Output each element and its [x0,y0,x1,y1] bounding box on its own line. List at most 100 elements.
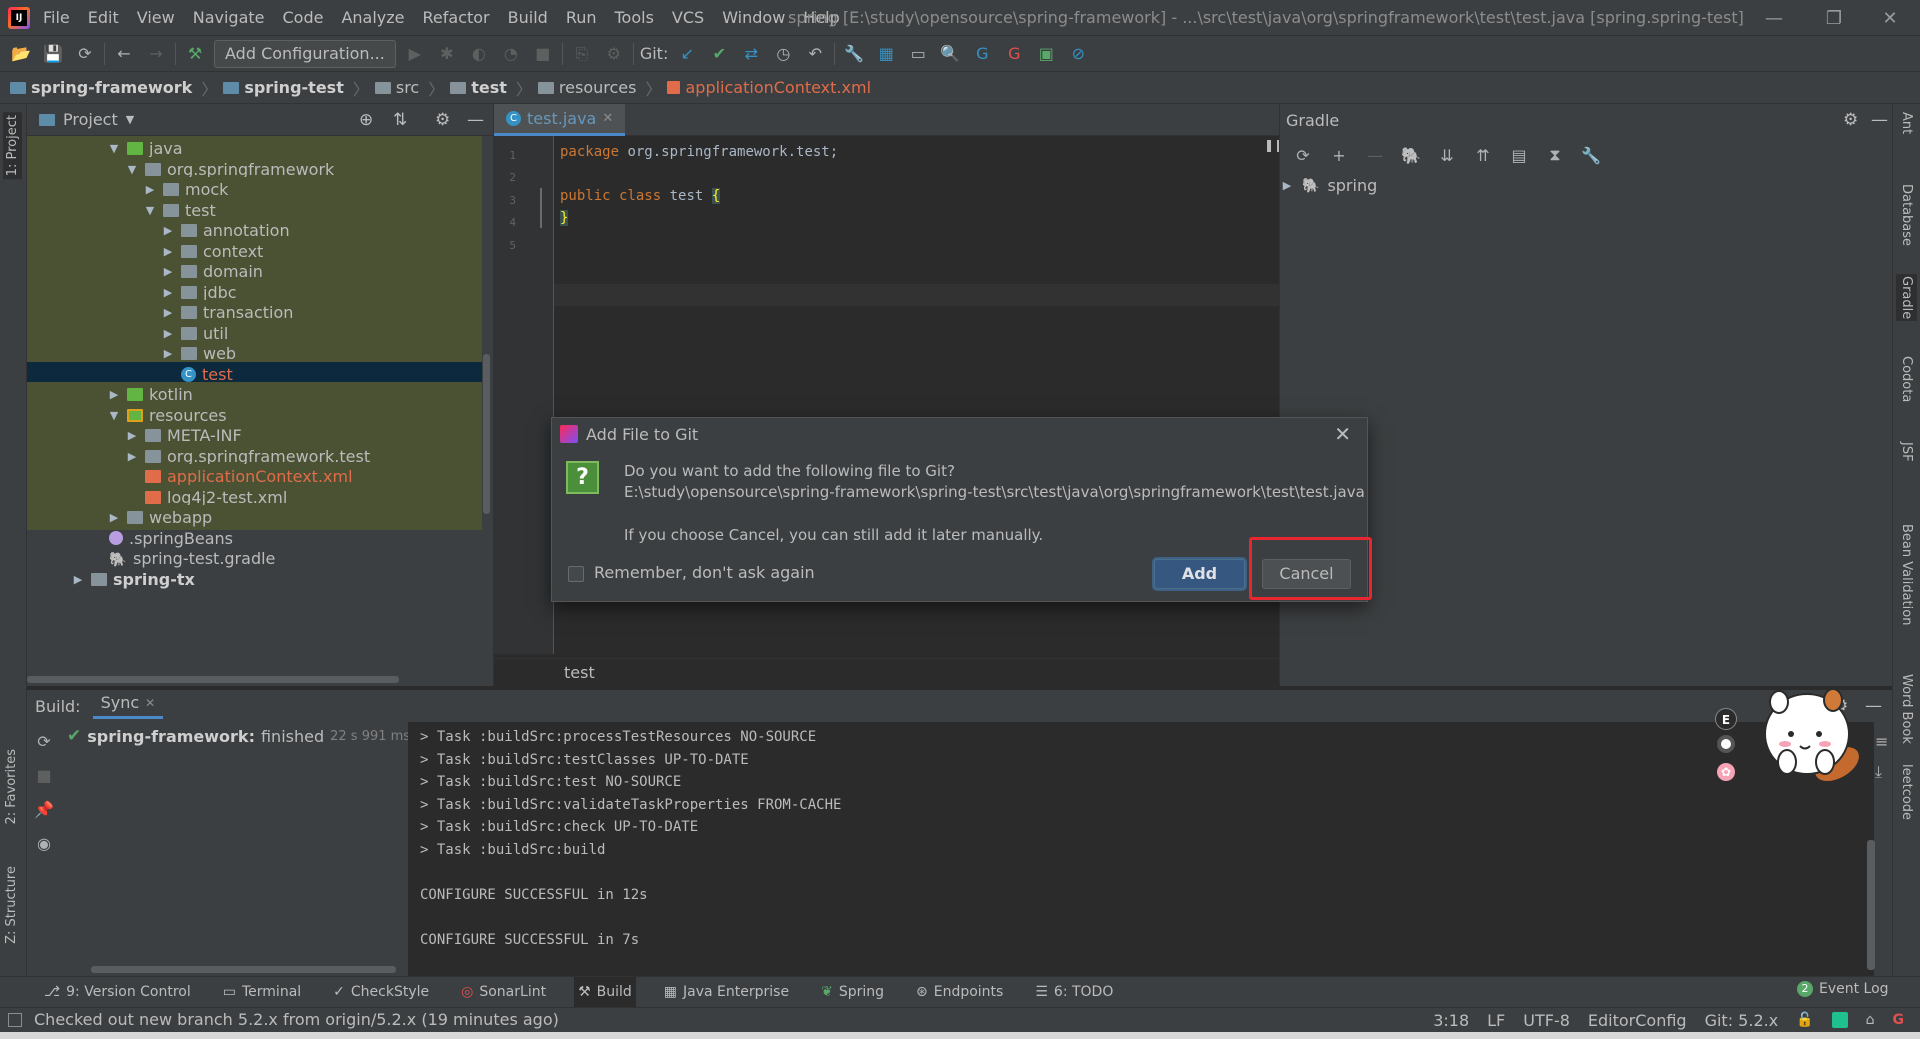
project-vertical-scrollbar[interactable] [483,354,490,514]
menu-refactor[interactable]: Refactor [414,0,499,36]
google-icon[interactable]: G [1893,1012,1905,1028]
menu-code[interactable]: Code [274,0,333,36]
breadcrumb-item[interactable]: applicationContext.xml [667,78,871,97]
chevron-right-icon[interactable]: ▶ [161,347,175,360]
mascot-flower-icon[interactable]: ✿ [1717,763,1735,781]
close-icon[interactable]: ✕ [1334,422,1351,446]
project-structure-icon[interactable]: ▦ [873,41,899,67]
chevron-down-icon[interactable]: ▼ [126,113,134,126]
editor-footer-label[interactable]: test [564,663,595,682]
tab-checkstyle[interactable]: ✓ CheckStyle [329,977,433,1008]
git-branch[interactable]: Git: 5.2.x [1705,1011,1779,1030]
build-status-row[interactable]: ✔ spring-framework: finished 22 s 991 ms [67,726,410,746]
chevron-right-icon[interactable]: ▶ [125,429,139,442]
hide-panel-icon[interactable]: — [1871,110,1888,130]
tab-sonarlint[interactable]: ◎ SonarLint [457,977,550,1008]
add-button[interactable]: Add [1154,559,1245,589]
chevron-right-icon[interactable]: ▶ [161,327,175,340]
open-folder-icon[interactable]: 📂 [8,41,34,67]
chevron-right-icon[interactable]: ▶ [71,573,85,586]
tool-tab-word-book[interactable]: Word Book [1899,674,1914,744]
chevron-right-icon[interactable]: ▶ [107,511,121,524]
search-everywhere-icon[interactable]: 🔍 [937,41,963,67]
close-tab-icon[interactable]: ✕ [602,111,613,126]
git-rollback-icon[interactable]: ↶ [802,41,828,67]
chevron-right-icon[interactable]: ▶ [161,224,175,237]
memory-icon[interactable]: ⌂ [1866,1012,1875,1028]
tool-tab-codota[interactable]: Codota [1899,356,1914,402]
close-tab-icon[interactable]: ✕ [145,696,155,710]
code-line-4[interactable]: } [560,210,569,226]
tab-endpoints[interactable]: ⊛ Endpoints [912,977,1007,1008]
attach-icon[interactable]: ⎘ [569,41,595,67]
event-log-button[interactable]: 2 Event Log [1797,981,1889,997]
minimize-icon[interactable]: — [1746,0,1802,36]
tab-todo[interactable]: ☰ 6: TODO [1031,977,1117,1008]
menu-build[interactable]: Build [499,0,557,36]
caret-position[interactable]: 3:18 [1433,1011,1469,1030]
chevron-right-icon[interactable]: ▶ [161,265,175,278]
menu-vcs[interactable]: VCS [663,0,713,36]
expand-all-icon[interactable]: ⇊ [1434,142,1460,168]
collapse-all-icon[interactable]: ⇅ [393,110,407,130]
breadcrumb-item[interactable]: spring-framework 〉 [10,76,217,100]
toggle-tool-windows-icon[interactable] [8,1013,22,1027]
toggle-offline-icon[interactable]: ⧗ [1542,142,1568,168]
rerun-icon[interactable]: ⟳ [31,728,57,754]
locate-icon[interactable]: ⊕ [359,110,373,130]
settings-wrench-icon[interactable]: 🔧 [1578,142,1604,168]
breadcrumb-item[interactable]: src 〉 [374,76,444,100]
git-update-icon[interactable]: ↙ [674,41,700,67]
add-configuration-button[interactable]: Add Configuration... [214,39,396,68]
translate-alt-icon[interactable]: G [1001,41,1027,67]
coverage-data-icon[interactable]: ⚙ [601,41,627,67]
menu-navigate[interactable]: Navigate [184,0,274,36]
project-panel-title[interactable]: Project [63,110,118,129]
coverage-icon[interactable]: ◐ [466,41,492,67]
settings-wrench-icon[interactable]: 🔧 [841,41,867,67]
menu-edit[interactable]: Edit [79,0,128,36]
tab-version-control[interactable]: ⎇ 9: Version Control [40,977,195,1008]
favorites-tool-tab[interactable]: 2: Favorites [4,749,19,825]
menu-tools[interactable]: Tools [606,0,663,36]
restore-icon[interactable]: ❐ [1806,0,1862,36]
translate-icon[interactable]: G [969,41,995,67]
structure-tool-tab[interactable]: Z: Structure [4,866,19,944]
profile-icon[interactable]: ◔ [498,41,524,67]
tool-tab-gradle[interactable]: Gradle [1896,274,1917,322]
group-modules-icon[interactable]: ▤ [1506,142,1532,168]
hide-panel-icon[interactable]: — [467,110,484,130]
chevron-right-icon[interactable]: ▶ [161,245,175,258]
pin-icon[interactable]: 📌 [31,796,57,822]
tool-tab-database[interactable]: Database [1899,184,1914,246]
editorconfig-indicator[interactable]: EditorConfig [1588,1011,1687,1030]
code-line-1[interactable]: package org.springframework.test; [560,144,838,160]
tool-tab-jsf[interactable]: JSF [1899,442,1914,462]
remember-checkbox[interactable] [568,566,584,582]
remember-checkbox-label[interactable]: Remember, don't ask again [594,563,815,582]
file-encoding[interactable]: UTF-8 [1523,1011,1570,1030]
tree-item-spring-tx[interactable]: ▶ spring-tx [27,567,482,592]
tool-tab-bean-validation[interactable]: Bean Validation [1899,524,1914,625]
git-commit-icon[interactable]: ✔ [706,41,732,67]
chevron-down-icon[interactable]: ▼ [143,204,157,217]
monitor-icon[interactable]: ▣ [1033,41,1059,67]
chevron-down-icon[interactable]: ▼ [107,142,121,155]
git-compare-icon[interactable]: ⇄ [738,41,764,67]
tab-spring[interactable]: ❦ Spring [817,977,888,1008]
terminal-icon[interactable]: ▭ [905,41,931,67]
gear-icon[interactable]: ⚙ [1843,110,1858,130]
project-horizontal-scrollbar[interactable] [27,676,399,683]
tab-terminal[interactable]: ▭ Terminal [219,977,305,1008]
stop-icon[interactable]: ■ [530,41,556,67]
status-message[interactable]: Checked out new branch 5.2.x from origin… [34,1008,559,1032]
chevron-right-icon[interactable]: ▶ [161,306,175,319]
menu-view[interactable]: View [128,0,184,36]
run-icon[interactable]: ▶ [402,41,428,67]
no-power-save-icon[interactable]: ⊘ [1065,41,1091,67]
refresh-icon[interactable]: ⟳ [1290,142,1316,168]
breadcrumb-item[interactable]: resources 〉 [537,76,661,100]
save-icon[interactable]: 💾 [40,41,66,67]
sync-icon[interactable]: ⟳ [72,41,98,67]
remove-icon[interactable]: — [1362,142,1388,168]
